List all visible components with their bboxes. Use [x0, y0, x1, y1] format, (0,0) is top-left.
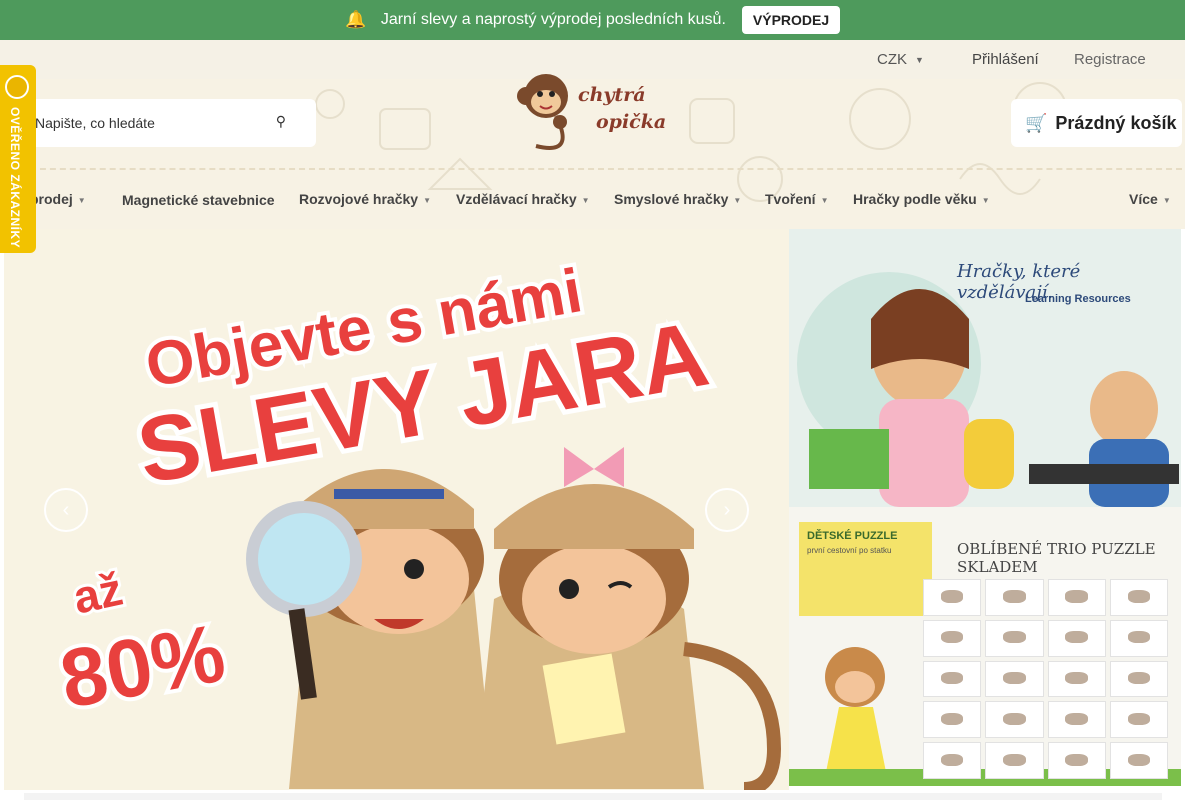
cart-icon: 🛒 — [1025, 112, 1048, 133]
puzzle-tile — [1047, 742, 1106, 779]
chevron-down-icon: ▼ — [423, 195, 431, 205]
site-logo[interactable]: chytrá opička — [516, 64, 668, 154]
currency-selector[interactable]: CZK ▼ — [877, 51, 924, 68]
puzzle-tile — [985, 579, 1044, 616]
chevron-down-icon: ▼ — [915, 55, 924, 66]
search-icon[interactable]: ⚲ — [276, 113, 286, 130]
chevron-down-icon: ▼ — [820, 195, 829, 205]
nav-item-sale[interactable]: prodej ▼ — [30, 191, 86, 207]
nav-label: Vzdělávací hračky — [456, 191, 577, 207]
register-link[interactable]: Registrace — [1074, 51, 1146, 68]
logo-text-line2: opička — [596, 111, 667, 133]
puzzle-tile — [1047, 701, 1106, 739]
nav-item-sensory[interactable]: Smyslové hračky ▼ — [614, 191, 741, 207]
cart-label: Prázdný košík — [1055, 112, 1177, 133]
chevron-down-icon: ▼ — [581, 195, 590, 205]
slider-prev-button[interactable]: ‹ — [44, 488, 88, 532]
puzzle-tile — [923, 619, 982, 657]
nav-item-developmental[interactable]: Rozvojové hračky ▼ — [299, 191, 431, 207]
chevron-down-icon: ▼ — [1162, 195, 1171, 205]
hero-discount-prefix: až — [69, 563, 127, 624]
nav-item-by-age[interactable]: Hračky podle věku ▼ — [853, 191, 990, 207]
puzzle-tile — [923, 660, 982, 698]
logo-text-line1: chytrá — [578, 84, 646, 106]
puzzle-tile — [1047, 579, 1106, 616]
chevron-right-icon: › — [723, 498, 731, 521]
chevron-down-icon: ▼ — [981, 195, 990, 205]
nav-label: Více — [1129, 191, 1158, 207]
bell-icon: 🔔 — [345, 10, 367, 29]
chevron-down-icon: ▼ — [77, 195, 86, 205]
hero-discount-value: 80% — [54, 608, 231, 726]
search-placeholder: Napište, co hledáte — [35, 115, 155, 131]
puzzle-tile — [1047, 660, 1106, 698]
main-navigation: prodej ▼ Magnetické stavebnice Rozvojové … — [0, 176, 1185, 226]
sale-button[interactable]: VÝPRODEJ — [741, 6, 841, 34]
nav-item-magnetic[interactable]: Magnetické stavebnice — [122, 192, 275, 208]
puzzle-tile — [1047, 619, 1106, 657]
nav-label: Rozvojové hračky — [299, 191, 419, 207]
verified-customers-badge[interactable]: OVĚŘENO ZÁKAZNÍKY — [0, 65, 36, 253]
hero-illustration: Objevte s námi SLEVY JARA až 80% — [50, 252, 782, 790]
chevron-down-icon: ▼ — [733, 195, 742, 205]
puzzle-tile — [985, 742, 1044, 779]
monkey-logo-icon — [517, 74, 568, 150]
puzzle-tile — [923, 701, 982, 739]
slider-next-button[interactable]: › — [705, 488, 749, 532]
currency-label: CZK — [877, 51, 907, 68]
promo-bar: 🔔 Jarní slevy a naprostý výprodej posled… — [0, 0, 1185, 40]
nav-label: Smyslové hračky — [614, 191, 729, 207]
puzzle-tile — [1109, 701, 1168, 739]
puzzle-tile — [923, 742, 982, 779]
promo-message: Jarní slevy a naprostý výprodej poslední… — [380, 11, 726, 28]
banner-puzzle[interactable]: DĚTSKÉ PUZZLE první cestovní po statku O… — [789, 507, 1181, 786]
nav-item-more[interactable]: Více ▼ — [1129, 191, 1171, 207]
badge-text: OVĚŘENO ZÁKAZNÍKY — [8, 107, 22, 249]
nav-item-creative[interactable]: Tvoření ▼ — [765, 191, 829, 207]
content-strip — [24, 793, 1162, 800]
puzzle-tile — [985, 619, 1044, 657]
cart-button[interactable]: 🛒 Prázdný košík — [1011, 99, 1182, 147]
hero-slider[interactable]: Objevte s námi SLEVY JARA až 80% ‹ › — [4, 229, 789, 790]
nav-label: prodej — [30, 191, 73, 207]
chevron-left-icon: ‹ — [62, 498, 70, 521]
puzzle-grid — [923, 579, 1168, 779]
puzzle-tile — [985, 660, 1044, 698]
search-input[interactable]: Napište, co hledáte ⚲ — [20, 99, 316, 147]
puzzle-tile — [1109, 660, 1168, 698]
puzzle-tile — [1109, 619, 1168, 657]
header-divider — [20, 168, 1182, 170]
login-link[interactable]: Přihlášení — [972, 51, 1039, 68]
nav-label: Tvoření — [765, 191, 816, 207]
site-header: Napište, co hledáte ⚲ chytrá opička 🛒 Pr… — [0, 74, 1185, 229]
nav-item-educational[interactable]: Vzdělávací hračky ▼ — [456, 191, 590, 207]
monkey-detective-left — [246, 469, 494, 789]
puzzle-tile — [1109, 742, 1168, 779]
puzzle-tile — [1109, 579, 1168, 616]
puzzle-tile — [985, 701, 1044, 739]
puzzle-tile — [923, 579, 982, 616]
banner-learning-resources[interactable]: Hračky, které vzdělávají. Learning Resou… — [789, 229, 1181, 507]
nav-label: Hračky podle věku — [853, 191, 977, 207]
seal-icon — [5, 75, 29, 99]
banner1-brand: Learning Resources — [1025, 293, 1131, 305]
